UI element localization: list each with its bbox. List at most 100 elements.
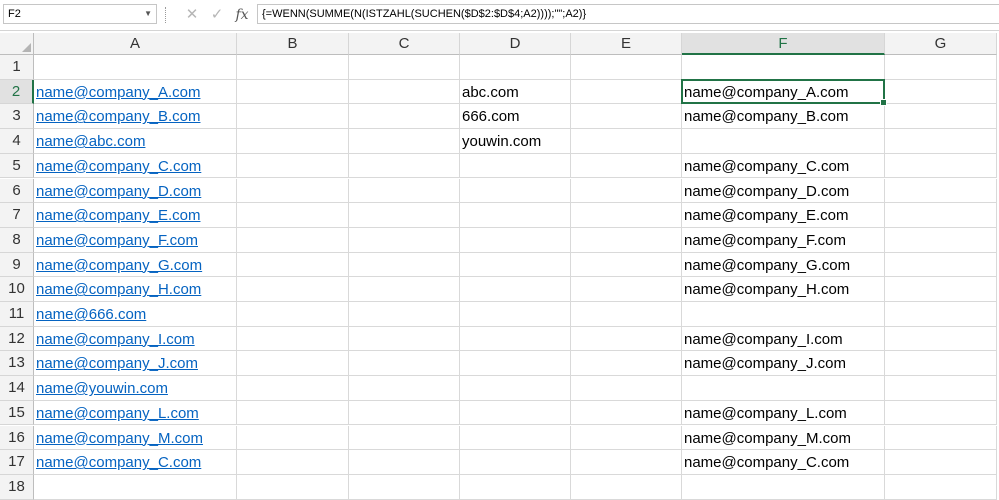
cell-d12[interactable] [460, 326, 571, 352]
cell-g15[interactable] [885, 400, 997, 426]
cell-e16[interactable] [571, 425, 682, 451]
cell-f2[interactable]: name@company_A.com [682, 79, 885, 105]
row-header-15[interactable]: 15 [0, 400, 34, 426]
row-header-10[interactable]: 10 [0, 277, 34, 302]
cell-e3[interactable] [571, 104, 682, 130]
cell-a13[interactable]: name@company_J.com [34, 351, 237, 377]
cell-a15[interactable]: name@company_L.com [34, 400, 237, 426]
cell-b14[interactable] [237, 376, 349, 401]
cell-f8[interactable]: name@company_F.com [682, 227, 885, 253]
cell-b4[interactable] [237, 129, 349, 154]
row-header-16[interactable]: 16 [0, 425, 34, 451]
cell-e15[interactable] [571, 400, 682, 426]
cell-d7[interactable] [460, 203, 571, 228]
cell-c4[interactable] [349, 129, 460, 154]
cell-a9[interactable]: name@company_G.com [34, 252, 237, 278]
cell-c3[interactable] [349, 104, 460, 130]
cell-d16[interactable] [460, 425, 571, 451]
cell-d4[interactable]: youwin.com [460, 129, 571, 154]
cell-g11[interactable] [885, 302, 997, 327]
cell-b5[interactable] [237, 153, 349, 179]
cell-b9[interactable] [237, 252, 349, 278]
cell-f4[interactable] [682, 129, 885, 154]
cell-g6[interactable] [885, 178, 997, 204]
cell-c15[interactable] [349, 400, 460, 426]
cell-d3[interactable]: 666.com [460, 104, 571, 130]
cell-e14[interactable] [571, 376, 682, 401]
cell-c6[interactable] [349, 178, 460, 204]
cell-d8[interactable] [460, 227, 571, 253]
cell-a2[interactable]: name@company_A.com [34, 79, 237, 105]
cell-c17[interactable] [349, 450, 460, 475]
cell-c1[interactable] [349, 55, 460, 80]
cell-e4[interactable] [571, 129, 682, 154]
column-header-g[interactable]: G [885, 33, 997, 55]
cell-g14[interactable] [885, 376, 997, 401]
cell-g2[interactable] [885, 79, 997, 105]
cell-f5[interactable]: name@company_C.com [682, 153, 885, 179]
cell-d17[interactable] [460, 450, 571, 475]
cell-b11[interactable] [237, 302, 349, 327]
cell-e8[interactable] [571, 227, 682, 253]
cell-f17[interactable]: name@company_C.com [682, 450, 885, 475]
cell-c13[interactable] [349, 351, 460, 377]
cell-e17[interactable] [571, 450, 682, 475]
cell-g18[interactable] [885, 474, 997, 500]
cell-d5[interactable] [460, 153, 571, 179]
cell-f15[interactable]: name@company_L.com [682, 400, 885, 426]
cell-d9[interactable] [460, 252, 571, 278]
cell-g5[interactable] [885, 153, 997, 179]
cell-g12[interactable] [885, 326, 997, 352]
row-header-13[interactable]: 13 [0, 351, 34, 377]
cell-f6[interactable]: name@company_D.com [682, 178, 885, 204]
cell-e9[interactable] [571, 252, 682, 278]
cell-f11[interactable] [682, 302, 885, 327]
cell-c10[interactable] [349, 277, 460, 302]
cell-f12[interactable]: name@company_I.com [682, 326, 885, 352]
cell-b2[interactable] [237, 79, 349, 105]
cell-f9[interactable]: name@company_G.com [682, 252, 885, 278]
row-header-9[interactable]: 9 [0, 252, 34, 278]
cell-f1[interactable] [682, 55, 885, 80]
cell-e6[interactable] [571, 178, 682, 204]
cell-g10[interactable] [885, 277, 997, 302]
cell-c14[interactable] [349, 376, 460, 401]
cell-e7[interactable] [571, 203, 682, 228]
row-header-6[interactable]: 6 [0, 178, 34, 204]
cell-c16[interactable] [349, 425, 460, 451]
column-header-c[interactable]: C [349, 33, 460, 55]
formula-input[interactable]: {=WENN(SUMME(N(ISTZAHL(SUCHEN($D$2:$D$4;… [257, 4, 999, 24]
cell-d14[interactable] [460, 376, 571, 401]
cell-f14[interactable] [682, 376, 885, 401]
row-header-2[interactable]: 2 [0, 79, 34, 105]
cell-g4[interactable] [885, 129, 997, 154]
cell-g9[interactable] [885, 252, 997, 278]
cell-d15[interactable] [460, 400, 571, 426]
cell-a6[interactable]: name@company_D.com [34, 178, 237, 204]
row-header-7[interactable]: 7 [0, 203, 34, 228]
cell-b13[interactable] [237, 351, 349, 377]
cell-a12[interactable]: name@company_I.com [34, 326, 237, 352]
cell-c5[interactable] [349, 153, 460, 179]
cell-e18[interactable] [571, 474, 682, 500]
chevron-down-icon[interactable]: ▼ [144, 5, 152, 23]
row-header-18[interactable]: 18 [0, 474, 34, 500]
cell-a1[interactable] [34, 55, 237, 80]
cell-c11[interactable] [349, 302, 460, 327]
cell-a3[interactable]: name@company_B.com [34, 104, 237, 130]
cell-b17[interactable] [237, 450, 349, 475]
cell-e13[interactable] [571, 351, 682, 377]
cell-e5[interactable] [571, 153, 682, 179]
cell-g7[interactable] [885, 203, 997, 228]
cell-c18[interactable] [349, 474, 460, 500]
cell-d2[interactable]: abc.com [460, 79, 571, 105]
cell-f16[interactable]: name@company_M.com [682, 425, 885, 451]
cell-e1[interactable] [571, 55, 682, 80]
cell-d1[interactable] [460, 55, 571, 80]
cell-c9[interactable] [349, 252, 460, 278]
cell-a10[interactable]: name@company_H.com [34, 277, 237, 302]
cell-b6[interactable] [237, 178, 349, 204]
row-header-5[interactable]: 5 [0, 153, 34, 179]
row-header-11[interactable]: 11 [0, 302, 34, 327]
cell-g13[interactable] [885, 351, 997, 377]
